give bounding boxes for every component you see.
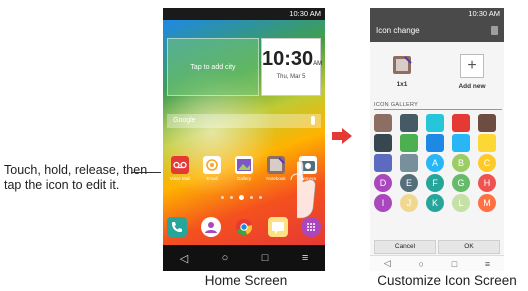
app-label: Gallery [236,176,252,181]
status-time: 10:30 AM [289,9,321,18]
messaging-icon[interactable] [267,217,288,237]
gallery-letter-icon[interactable]: D [374,174,392,192]
contacts-icon[interactable] [200,217,221,237]
home-icon[interactable]: ○ [419,259,424,269]
gallery-letter-icon[interactable]: I [374,194,392,212]
gallery-divider [374,109,502,110]
page-dot [221,196,224,199]
gallery-image-icon[interactable] [426,134,444,152]
customize-screen-caption: Customize Icon Screen [377,273,517,288]
icon-change-nav-bar: ◁ ○ □ ≡ [370,255,504,271]
home-nav-bar: ◁ ○ □ ≡ [163,245,325,271]
menu-icon[interactable]: ≡ [302,252,308,264]
gallery-letter-icon[interactable]: M [478,194,496,212]
dialog-buttons: Cancel OK [374,240,500,254]
gallery-letter-icon[interactable]: A [426,154,444,172]
plus-icon: + [460,54,484,78]
gallery-letter-icon[interactable]: L [452,194,470,212]
instruction-callout: Touch, hold, release, then tap the icon … [4,163,148,192]
gallery-image-icon[interactable] [426,114,444,132]
current-icon-option[interactable]: 1x1 [382,54,422,88]
chrome-icon[interactable] [234,217,254,237]
trash-icon[interactable] [491,26,498,35]
add-new-label: Add new [458,83,486,90]
right-arrow-icon [332,128,352,144]
callout-leader-line [131,172,161,173]
home-icon[interactable]: ○ [222,252,229,264]
page-indicator [221,195,262,200]
app-voice-mail[interactable]: Voice Mail [167,156,193,181]
ok-button[interactable]: OK [438,240,500,254]
current-icon-label: 1x1 [396,81,408,88]
gallery-image-icon[interactable] [452,134,470,152]
icon-change-title-bar: Icon change [370,20,504,42]
gallery-letter-icon[interactable]: J [400,194,418,212]
app-label: Voice Mail [169,176,191,181]
back-icon[interactable]: ◁ [384,258,391,269]
touching-hand-icon [290,160,316,219]
voicemail-icon [171,156,189,174]
gallery-image-icon[interactable] [374,134,392,152]
recent-apps-icon[interactable]: □ [262,252,269,264]
gallery-image-icon[interactable] [478,114,496,132]
home-dock [167,217,321,237]
add-new-icon-option[interactable]: + Add new [452,54,492,90]
gallery-letter-icon[interactable]: F [426,174,444,192]
gallery-image-icon[interactable] [478,134,496,152]
gallery-icon [235,156,253,174]
weather-prompt: Tap to add city [190,63,236,71]
gallery-letter-icon[interactable]: E [400,174,418,192]
search-label: Google [173,117,196,124]
recent-apps-icon[interactable]: □ [452,259,457,269]
page-dot [250,196,253,199]
gallery-image-icon[interactable] [374,154,392,172]
icon-change-phone: 10:30 AM Icon change 1x1 + Add new ICON … [370,8,504,271]
page-dot [230,196,233,199]
page-dot-active [239,195,244,200]
cancel-button[interactable]: Cancel [374,240,436,254]
weather-widget[interactable]: Tap to add city [167,38,259,96]
home-screen-caption: Home Screen [204,273,288,288]
gallery-letter-icon[interactable]: B [452,154,470,172]
menu-icon[interactable]: ≡ [485,259,490,269]
status-time: 10:30 AM [468,9,500,18]
gallery-image-icon[interactable] [374,114,392,132]
home-screen-phone: 10:30 AM Tap to add city 10:30AM Thu, Ma… [163,8,325,271]
gallery-letter-icon[interactable]: C [478,154,496,172]
status-bar: 10:30 AM [370,8,504,20]
microphone-icon[interactable] [311,116,315,125]
icon-gallery-grid: ABC DEFGH IJKLM [374,114,504,213]
clock-widget[interactable]: 10:30AM Thu, Mar 5 [261,38,323,96]
gallery-letter-icon[interactable]: K [426,194,444,212]
gallery-image-icon[interactable] [400,134,418,152]
notebook-icon [391,54,413,76]
app-label: Email [206,176,218,181]
gallery-letter-icon[interactable]: G [452,174,470,192]
gallery-image-icon[interactable] [400,114,418,132]
clock-date: Thu, Mar 5 [276,74,306,80]
clock-ampm: AM [313,61,323,67]
app-email[interactable]: Email [199,156,225,181]
gallery-letter-icon[interactable]: H [478,174,496,192]
page-dot [259,196,262,199]
gallery-image-icon[interactable] [452,114,470,132]
clock-time: 10:30AM [262,48,323,70]
home-wallpaper: Tap to add city 10:30AM Thu, Mar 5 Googl… [163,20,325,245]
gallery-image-icon[interactable] [400,154,418,172]
status-bar: 10:30 AM [163,8,325,20]
phone-icon[interactable] [167,217,187,237]
icon-gallery-heading: ICON GALLERY [374,102,419,108]
app-gallery[interactable]: Gallery [231,156,257,181]
page-title: Icon change [376,26,420,35]
email-icon [203,156,221,174]
apps-drawer-icon[interactable] [301,217,321,237]
google-search-bar[interactable]: Google [167,114,321,128]
back-icon[interactable]: ◁ [180,252,188,265]
